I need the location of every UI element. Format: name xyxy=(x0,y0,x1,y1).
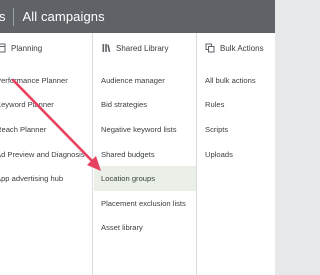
menu-item-reach-planner[interactable]: Reach Planner xyxy=(0,117,90,142)
bulk-actions-header: Bulk Actions xyxy=(198,33,275,63)
breadcrumb-current[interactable]: All campaigns xyxy=(23,9,105,24)
menu-item-performance-planner[interactable]: Performance Planner xyxy=(0,68,90,93)
bulk-actions-column: Bulk Actions All bulk actions Rules Scri… xyxy=(198,33,275,275)
menu-item-ad-preview[interactable]: Ad Preview and Diagnosis xyxy=(0,142,90,167)
bulk-actions-icon xyxy=(205,43,215,53)
planning-column: Planning Performance Planner Keyword Pla… xyxy=(0,33,90,275)
planning-title: Planning xyxy=(11,43,43,53)
planning-header: Planning xyxy=(0,33,90,63)
menu-item-negative-keyword-lists[interactable]: Negative keyword lists xyxy=(94,117,196,142)
menu-item-keyword-planner[interactable]: Keyword Planner xyxy=(0,93,90,118)
column-divider xyxy=(196,33,197,275)
shared-library-column: Shared Library Audience manager Bid stra… xyxy=(94,33,196,275)
menu-item-shared-budgets[interactable]: Shared budgets xyxy=(94,142,196,167)
shared-library-header: Shared Library xyxy=(94,33,196,63)
menu-item-uploads[interactable]: Uploads xyxy=(198,142,275,167)
breadcrumb-previous[interactable]: s xyxy=(0,9,6,24)
breadcrumb-divider xyxy=(12,7,14,26)
menu-item-rules[interactable]: Rules xyxy=(198,93,275,118)
menu-item-asset-library[interactable]: Asset library xyxy=(94,216,196,241)
planning-icon xyxy=(0,43,6,53)
bulk-actions-title: Bulk Actions xyxy=(220,43,264,53)
tools-menu-panel: Planning Performance Planner Keyword Pla… xyxy=(0,33,275,275)
menu-item-bid-strategies[interactable]: Bid strategies xyxy=(94,93,196,118)
shared-library-title: Shared Library xyxy=(116,43,169,53)
menu-item-all-bulk-actions[interactable]: All bulk actions xyxy=(198,68,275,93)
column-divider xyxy=(92,33,93,275)
shared-library-icon xyxy=(101,43,111,53)
top-breadcrumb-bar: s All campaigns xyxy=(0,0,275,33)
menu-item-app-advertising-hub[interactable]: App advertising hub xyxy=(0,166,90,191)
menu-item-placement-exclusion-lists[interactable]: Placement exclusion lists xyxy=(94,191,196,216)
menu-item-scripts[interactable]: Scripts xyxy=(198,117,275,142)
menu-item-audience-manager[interactable]: Audience manager xyxy=(94,68,196,93)
menu-item-location-groups[interactable]: Location groups xyxy=(94,166,196,191)
